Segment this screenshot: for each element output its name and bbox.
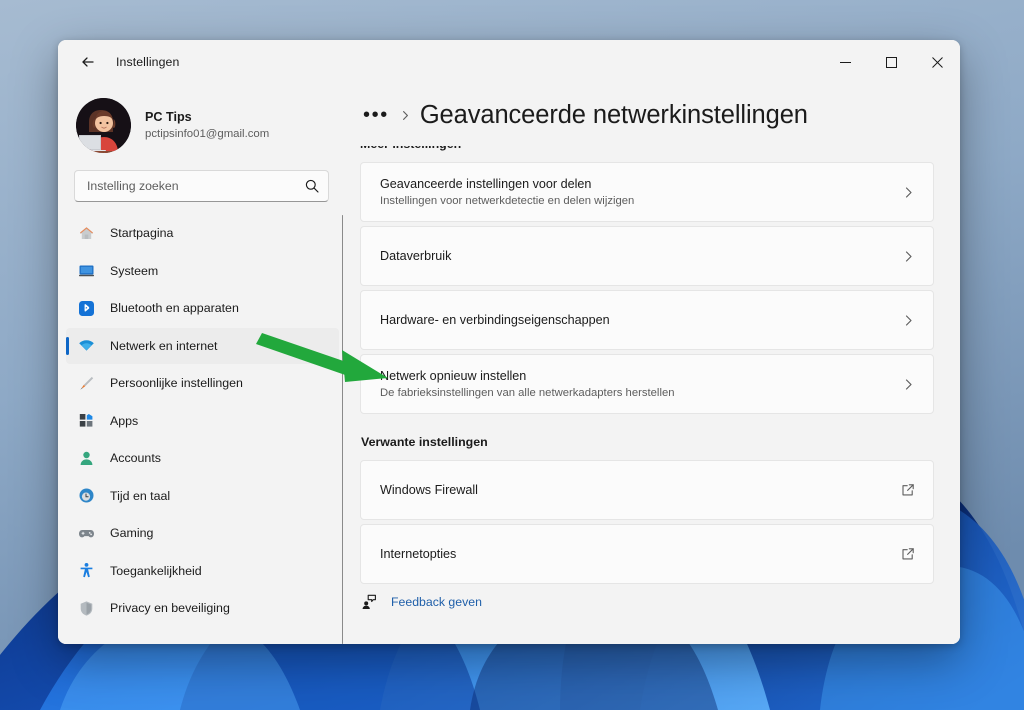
card-subtitle: Instellingen voor netwerkdetectie en del… (380, 194, 902, 209)
account-text: PC Tips pctipsinfo01@gmail.com (145, 109, 269, 142)
card-text: Dataverbruik (380, 248, 902, 265)
settings-window: Instellingen (58, 40, 960, 644)
sidebar-item-label: Accounts (110, 451, 161, 465)
system-monitor-icon (78, 262, 95, 279)
section-header-more-settings: Meer instellingen (360, 146, 934, 162)
sidebar-item-label: Bluetooth en apparaten (110, 301, 239, 315)
external-link-icon (901, 547, 915, 561)
content-scroll-area[interactable]: Meer instellingen Geavanceerde instellin… (352, 146, 960, 644)
card-windows-firewall[interactable]: Windows Firewall (360, 460, 934, 520)
card-title: Netwerk opnieuw instellen (380, 368, 902, 385)
bluetooth-icon (78, 300, 95, 317)
sidebar-item-netwerk-en-internet[interactable]: Netwerk en internet (66, 328, 339, 364)
sidebar-item-privacy-en-beveiliging[interactable]: Privacy en beveiliging (66, 590, 339, 626)
card-title: Internetopties (380, 546, 901, 563)
page-title: Geavanceerde netwerkinstellingen (420, 101, 808, 130)
card-title: Hardware- en verbindingseigenschappen (380, 312, 902, 329)
sidebar-item-apps[interactable]: Apps (66, 403, 339, 439)
sidebar-item-label: Privacy en beveiliging (110, 601, 230, 615)
card-geavanceerde-instellingen-voor-delen[interactable]: Geavanceerde instellingen voor delen Ins… (360, 162, 934, 222)
search-input[interactable] (87, 179, 305, 193)
breadcrumb-overflow-button[interactable]: ••• (360, 105, 392, 125)
card-subtitle: De fabrieksinstellingen van alle netwerk… (380, 386, 902, 401)
card-title: Dataverbruik (380, 248, 902, 265)
sidebar-item-label: Persoonlijke instellingen (110, 376, 243, 390)
search-wrapper (58, 160, 347, 202)
card-text: Netwerk opnieuw instellen De fabrieksins… (380, 368, 902, 401)
sidebar-item-label: Systeem (110, 264, 158, 278)
back-arrow-icon[interactable] (71, 47, 105, 77)
card-netwerk-opnieuw-instellen[interactable]: Netwerk opnieuw instellen De fabrieksins… (360, 354, 934, 414)
card-title: Windows Firewall (380, 482, 901, 499)
user-avatar-illustration (76, 98, 131, 153)
account-name: PC Tips (145, 109, 269, 125)
sidebar-item-bluetooth-en-apparaten[interactable]: Bluetooth en apparaten (66, 290, 339, 326)
chevron-right-icon (902, 314, 915, 327)
clock-globe-icon (78, 487, 95, 504)
sidebar-item-accounts[interactable]: Accounts (66, 440, 339, 476)
section-header-text: Meer instellingen (360, 146, 461, 151)
section-header-verwante-instellingen: Verwante instellingen (361, 435, 934, 449)
chevron-right-icon (902, 378, 915, 391)
sidebar-item-label: Netwerk en internet (110, 339, 217, 353)
breadcrumb: ••• Geavanceerde netwerkinstellingen (352, 84, 960, 146)
minimize-icon[interactable] (822, 40, 868, 84)
sidebar-item-label: Startpagina (110, 226, 173, 240)
card-text: Geavanceerde instellingen voor delen Ins… (380, 176, 902, 209)
sidebar-item-tijd-en-taal[interactable]: Tijd en taal (66, 478, 339, 514)
account-email: pctipsinfo01@gmail.com (145, 126, 269, 142)
search-icon (305, 179, 319, 193)
search-box[interactable] (74, 170, 329, 202)
feedback-link[interactable]: Feedback geven (391, 595, 482, 609)
chevron-right-icon (902, 186, 915, 199)
card-internetopties[interactable]: Internetopties (360, 524, 934, 584)
sidebar-item-label: Tijd en taal (110, 489, 170, 503)
feedback-person-icon (361, 594, 377, 610)
app-title: Instellingen (116, 55, 179, 69)
card-text: Windows Firewall (380, 482, 901, 499)
sidebar-item-toegankelijkheid[interactable]: Toegankelijkheid (66, 553, 339, 589)
card-text: Internetopties (380, 546, 901, 563)
main-content: ••• Geavanceerde netwerkinstellingen Mee… (347, 84, 960, 644)
wifi-icon (78, 337, 95, 354)
account-block[interactable]: PC Tips pctipsinfo01@gmail.com (58, 84, 347, 160)
shield-icon (78, 600, 95, 617)
window-controls (822, 40, 960, 84)
sidebar-item-label: Toegankelijkheid (110, 564, 202, 578)
sidebar-item-systeem[interactable]: Systeem (66, 253, 339, 289)
sidebar-scrollbar[interactable] (338, 215, 347, 644)
feedback-row: Feedback geven (360, 594, 934, 610)
window-body: PC Tips pctipsinfo01@gmail.com (58, 84, 960, 644)
apps-grid-icon (78, 412, 95, 429)
chevron-right-icon (902, 250, 915, 263)
card-text: Hardware- en verbindingseigenschappen (380, 312, 902, 329)
title-bar: Instellingen (58, 40, 960, 84)
person-icon (78, 450, 95, 467)
chevron-right-icon (400, 110, 411, 121)
sidebar-item-label: Apps (110, 414, 138, 428)
sidebar-item-gaming[interactable]: Gaming (66, 515, 339, 551)
card-title: Geavanceerde instellingen voor delen (380, 176, 902, 193)
desktop: Instellingen (0, 0, 1024, 710)
home-icon (78, 225, 95, 242)
sidebar-item-persoonlijke-instellingen[interactable]: Persoonlijke instellingen (66, 365, 339, 401)
external-link-icon (901, 483, 915, 497)
sidebar-item-label: Gaming (110, 526, 153, 540)
close-icon[interactable] (914, 40, 960, 84)
sidebar-item-startpagina[interactable]: Startpagina (66, 215, 339, 251)
maximize-icon[interactable] (868, 40, 914, 84)
card-dataverbruik[interactable]: Dataverbruik (360, 226, 934, 286)
gamepad-icon (78, 525, 95, 542)
paintbrush-icon (78, 375, 95, 392)
sidebar-nav: Startpagina Systeem (58, 215, 347, 644)
accessibility-person-icon (78, 562, 95, 579)
scrollbar-track[interactable] (342, 215, 344, 644)
card-hardware-en-verbindingseigenschappen[interactable]: Hardware- en verbindingseigenschappen (360, 290, 934, 350)
sidebar: PC Tips pctipsinfo01@gmail.com (58, 84, 347, 644)
